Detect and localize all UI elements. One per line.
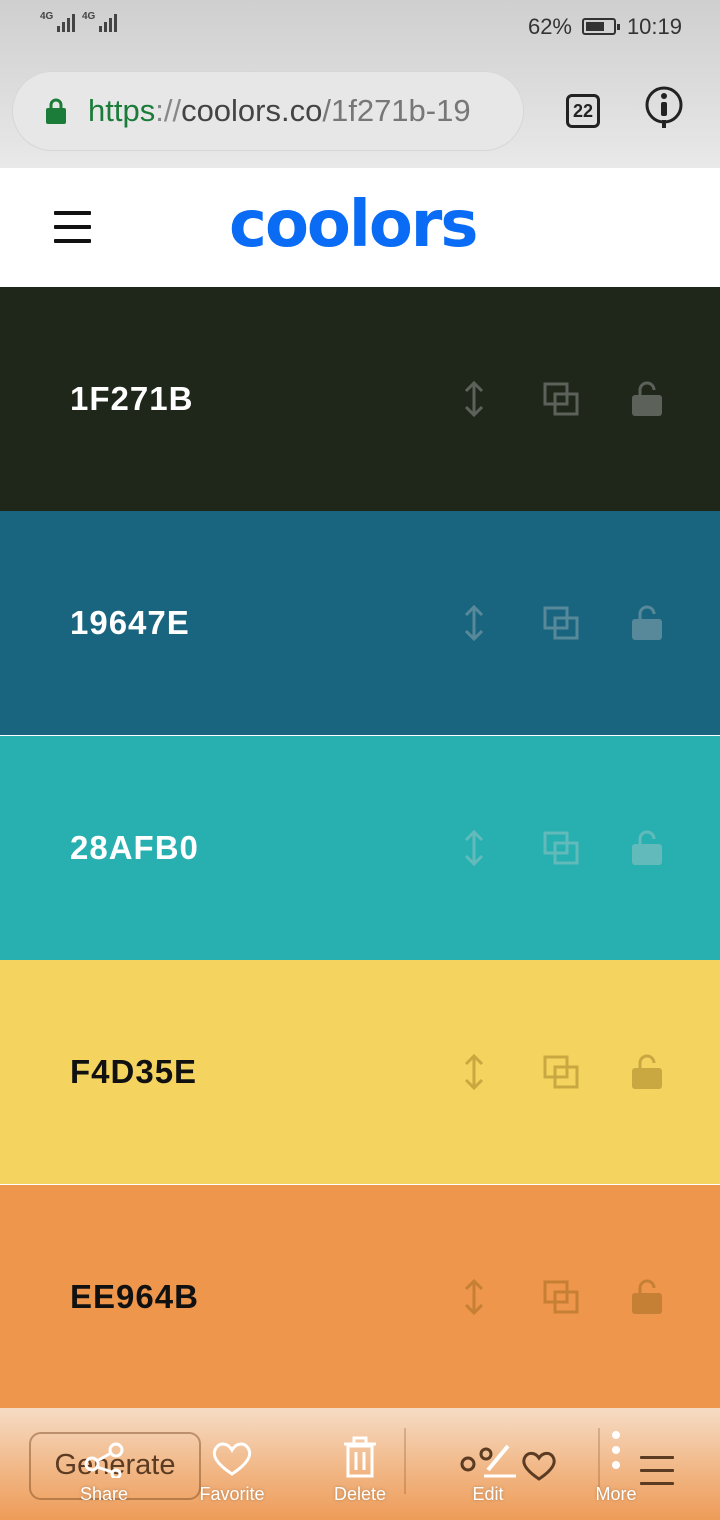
more-vertical-icon (612, 1431, 620, 1469)
browser-chrome: 4G 4G 62% 10:19 https://coolors.co/1f271… (0, 0, 720, 168)
unlock-icon[interactable] (630, 605, 664, 641)
drag-vertical-icon[interactable] (462, 604, 486, 642)
toolbar-divider (404, 1428, 406, 1494)
swatch-hex-label[interactable]: EE964B (70, 1278, 199, 1316)
favorite-button[interactable]: Favorite (190, 1408, 274, 1520)
battery-icon (582, 18, 620, 35)
color-swatch[interactable]: 1F271B (0, 287, 720, 511)
bottom-toolbar: Generate Share Favorite Delete Edit More (0, 1408, 720, 1520)
share-button[interactable]: Share (64, 1408, 144, 1520)
share-label: Share (79, 1484, 129, 1504)
app-header: coolors (0, 168, 720, 287)
drag-vertical-icon[interactable] (462, 1053, 486, 1091)
color-swatch[interactable]: 19647E (0, 511, 720, 735)
edit-label: Edit (472, 1484, 504, 1504)
menu-lines-icon[interactable] (640, 1456, 674, 1488)
swatch-hex-label[interactable]: 28AFB0 (70, 829, 199, 867)
more-button[interactable]: More (588, 1408, 644, 1520)
heart-icon (212, 1442, 252, 1476)
pencil-icon (460, 1444, 516, 1478)
copy-icon[interactable] (543, 382, 579, 416)
url-separator: :// (155, 93, 182, 128)
more-label: More (595, 1484, 637, 1504)
copy-icon[interactable] (543, 1055, 579, 1089)
coolors-logo[interactable]: coolors (229, 188, 478, 262)
signal-1-icon: 4G (40, 11, 76, 32)
unlock-icon[interactable] (630, 1054, 664, 1090)
color-swatch[interactable]: EE964B (0, 1185, 720, 1409)
copy-icon[interactable] (543, 606, 579, 640)
unlock-icon[interactable] (630, 1279, 664, 1315)
tabs-button[interactable]: 22 (566, 94, 600, 128)
color-swatch[interactable]: F4D35E (0, 960, 720, 1184)
address-bar[interactable]: https://coolors.co/1f271b-19 (12, 71, 524, 151)
favorite-label: Favorite (199, 1484, 265, 1504)
drag-vertical-icon[interactable] (462, 829, 486, 867)
clock: 10:19 (626, 14, 682, 39)
swatch-hex-label[interactable]: 1F271B (70, 380, 193, 418)
url-scheme: https (88, 93, 156, 128)
url-text[interactable]: https://coolors.co/1f271b-19 (88, 93, 506, 129)
info-icon[interactable] (641, 84, 687, 130)
unlock-icon[interactable] (630, 830, 664, 866)
network-type-2: 4G (82, 11, 96, 22)
swatch-hex-label[interactable]: F4D35E (70, 1053, 197, 1091)
network-type-1: 4G (40, 11, 54, 22)
favorite-outline-icon[interactable] (520, 1448, 558, 1482)
hamburger-icon[interactable] (54, 211, 91, 243)
signal-2-icon: 4G (82, 11, 118, 32)
drag-vertical-icon[interactable] (462, 1278, 486, 1316)
color-swatch[interactable]: 28AFB0 (0, 736, 720, 960)
trash-icon (344, 1436, 376, 1478)
unlock-icon[interactable] (630, 381, 664, 417)
delete-button[interactable]: Delete (320, 1408, 400, 1520)
copy-icon[interactable] (543, 1280, 579, 1314)
status-bar: 4G 4G 62% 10:19 (0, 0, 720, 56)
delete-label: Delete (333, 1484, 387, 1504)
battery-percent: 62% (527, 14, 572, 39)
drag-vertical-icon[interactable] (462, 380, 486, 418)
url-path: /1f271b-19 (322, 93, 471, 128)
share-icon (84, 1442, 124, 1478)
lock-icon (46, 98, 66, 124)
copy-icon[interactable] (543, 831, 579, 865)
swatch-hex-label[interactable]: 19647E (70, 604, 190, 642)
url-host: coolors.co (181, 93, 323, 128)
